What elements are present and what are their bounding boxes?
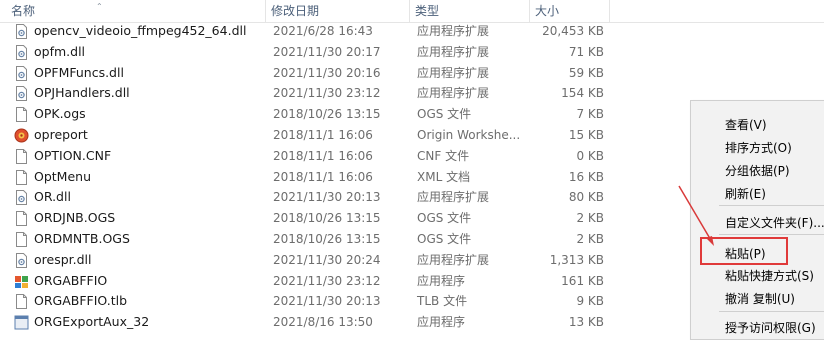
annotation-arrow-icon bbox=[678, 185, 714, 246]
